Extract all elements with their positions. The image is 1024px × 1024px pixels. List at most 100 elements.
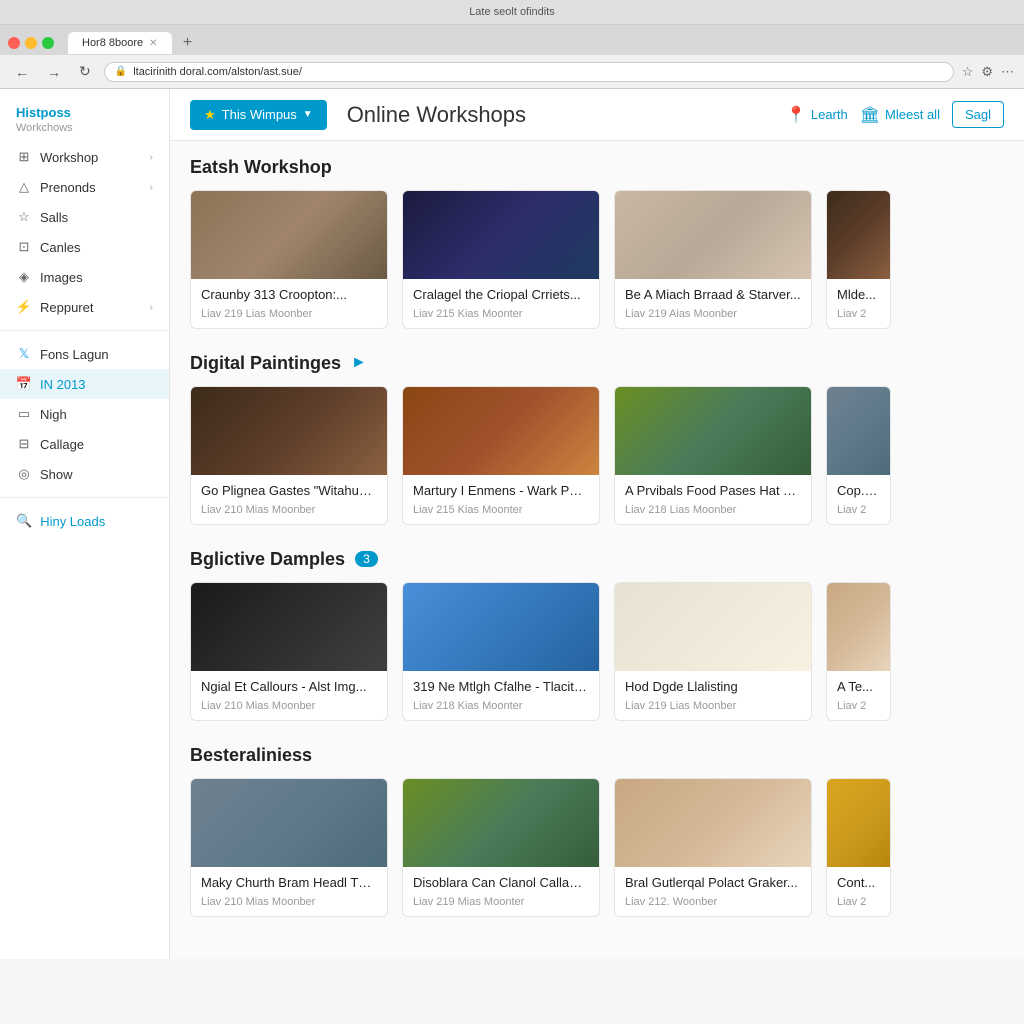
- card-15-meta: Liav 212. Woonber: [625, 896, 801, 908]
- card-4-meta: Liav 2: [837, 308, 880, 320]
- sidebar-label-callage: Callage: [40, 437, 153, 452]
- card-10[interactable]: 319 Ne Mtlgh Cfalhe - Tlacite... Liav 21…: [402, 582, 600, 721]
- bookmark-icon[interactable]: ☆: [962, 64, 974, 80]
- card-12-img-placeholder: [827, 583, 890, 671]
- refresh-button[interactable]: ↻: [74, 61, 96, 82]
- tab-bar: Hor8 8boore ✕ +: [0, 25, 1024, 55]
- sidebar-item-fons[interactable]: 𝕏 Fons Lagun: [0, 339, 169, 369]
- folder-icon: ⊟: [16, 436, 32, 452]
- sidebar-item-salls[interactable]: ☆ Salls: [0, 202, 169, 232]
- card-5-image: [191, 387, 387, 475]
- card-4[interactable]: Mlde... Liav 2: [826, 190, 891, 329]
- card-10-body: 319 Ne Mtlgh Cfalhe - Tlacite... Liav 21…: [403, 671, 599, 720]
- url-bar[interactable]: 🔒 ltacirinith doral.com/alston/ast.sue/: [104, 62, 954, 82]
- square-icon: ⊡: [16, 239, 32, 255]
- sidebar-item-callage[interactable]: ⊟ Callage: [0, 429, 169, 459]
- card-6[interactable]: Martury I Enmens - Wark Puljle... Woing …: [402, 386, 600, 525]
- card-9[interactable]: Ngial Et Callours - Alst Img... Liav 210…: [190, 582, 388, 721]
- card-15-body: Bral Gutlerqal Polact Graker... Liav 212…: [615, 867, 811, 916]
- card-7-image: [615, 387, 811, 475]
- sidebar-section-title: Histposs: [0, 101, 169, 122]
- card-2[interactable]: Cralagel the Criopal Crriets... Liav 215…: [402, 190, 600, 329]
- section-arrow-icon[interactable]: ►: [351, 354, 367, 372]
- meet-action[interactable]: 🏛 Mleest all: [860, 105, 940, 125]
- card-1[interactable]: Craunby 313 Croopton:... Liav 219 Lias M…: [190, 190, 388, 329]
- card-4-img-placeholder: [827, 191, 890, 279]
- minimize-button[interactable]: [25, 37, 37, 49]
- card-15-title: Bral Gutlerqal Polact Graker...: [625, 875, 801, 892]
- card-16-body: Cont... Liav 2: [827, 867, 890, 916]
- card-2-meta: Liav 215 Kias Moonter: [413, 308, 589, 320]
- cards-grid-bglictive: Ngial Et Callours - Alst Img... Liav 210…: [190, 582, 1004, 721]
- card-7-title: A Prvibals Food Pases Hat Tarle: [625, 483, 801, 500]
- forward-button[interactable]: →: [42, 62, 66, 82]
- card-3-meta: Liav 219 Aias Moonber: [625, 308, 801, 320]
- card-13-body: Maky Churth Bram Headl Thiar Posinal Mig…: [191, 867, 387, 916]
- sidebar-label-reppuret: Reppuret: [40, 300, 142, 315]
- card-11-img-placeholder: [615, 583, 811, 671]
- section-digital: Digital Paintinges ► Go Plignea Gastes "…: [190, 353, 1004, 525]
- card-16-title: Cont...: [837, 875, 880, 892]
- card-12-image: [827, 583, 890, 671]
- page-title: Online Workshops: [347, 102, 786, 128]
- card-16[interactable]: Cont... Liav 2: [826, 778, 891, 917]
- sidebar-item-prenonds[interactable]: △ Prenonds ›: [0, 172, 169, 202]
- card-5[interactable]: Go Plignea Gastes "Witahug" Besspect Nee…: [190, 386, 388, 525]
- card-3[interactable]: Be A Miach Brraad & Starver... Liav 219 …: [614, 190, 812, 329]
- page-header: ★ This Wimpus ▼ Online Workshops 📍 Leart…: [170, 89, 1024, 141]
- card-9-body: Ngial Et Callours - Alst Img... Liav 210…: [191, 671, 387, 720]
- sidebar-item-images[interactable]: ◈ Images: [0, 262, 169, 292]
- new-tab-button[interactable]: +: [176, 31, 200, 55]
- night-icon: ▭: [16, 406, 32, 422]
- load-more-label: Hiny Loads: [40, 514, 105, 529]
- menu-icon[interactable]: ⋯: [1001, 64, 1014, 80]
- card-1-title: Craunby 313 Croopton:...: [201, 287, 377, 304]
- sidebar-item-canles[interactable]: ⊡ Canles: [0, 232, 169, 262]
- card-1-image: [191, 191, 387, 279]
- extension-icon[interactable]: ⚙: [981, 64, 993, 80]
- card-14-title: Disoblara Can Clanol Callage In Merrical…: [413, 875, 589, 892]
- browser-chrome: Late seolt ofindits Hor8 8boore ✕ + ← → …: [0, 0, 1024, 89]
- card-8[interactable]: Cop... Conf... Liav 2: [826, 386, 891, 525]
- card-14[interactable]: Disoblara Can Clanol Callage In Merrical…: [402, 778, 600, 917]
- card-7[interactable]: A Prvibals Food Pases Hat Tarle Liav 218…: [614, 386, 812, 525]
- card-8-image: [827, 387, 890, 475]
- cards-grid-eatsh: Craunby 313 Croopton:... Liav 219 Lias M…: [190, 190, 1004, 329]
- back-button[interactable]: ←: [10, 62, 34, 82]
- tab-label: Hor8 8boore: [82, 37, 143, 49]
- sag-button[interactable]: Sagl: [952, 101, 1004, 128]
- card-7-body: A Prvibals Food Pases Hat Tarle Liav 218…: [615, 475, 811, 524]
- sidebar-item-reppuret[interactable]: ⚡ Reppuret ›: [0, 292, 169, 322]
- card-12[interactable]: A Te... Liav 2: [826, 582, 891, 721]
- section-bglictive: Bglictive Damples 3 Ngial Et Callours - …: [190, 549, 1004, 721]
- learn-action[interactable]: 📍 Learth: [786, 105, 848, 125]
- card-11[interactable]: Hod Dgde Llalisting Liav 219 Lias Moonbe…: [614, 582, 812, 721]
- sidebar-divider-2: [0, 497, 169, 498]
- sidebar-item-nigh[interactable]: ▭ Nigh: [0, 399, 169, 429]
- browser-tab[interactable]: Hor8 8boore ✕: [68, 32, 172, 54]
- maximize-button[interactable]: [42, 37, 54, 49]
- url-text: ltacirinith doral.com/alston/ast.sue/: [133, 66, 943, 78]
- sidebar-label-nigh: Nigh: [40, 407, 153, 422]
- card-15[interactable]: Bral Gutlerqal Polact Graker... Liav 212…: [614, 778, 812, 917]
- card-10-image: [403, 583, 599, 671]
- card-13[interactable]: Maky Churth Bram Headl Thiar Posinal Mig…: [190, 778, 388, 917]
- tab-close-icon[interactable]: ✕: [149, 38, 157, 49]
- wimpus-button[interactable]: ★ This Wimpus ▼: [190, 100, 327, 130]
- search-icon: 🔍: [16, 513, 32, 529]
- close-button[interactable]: [8, 37, 20, 49]
- sidebar-item-show[interactable]: ◎ Show: [0, 459, 169, 489]
- section-header-eatsh: Eatsh Workshop: [190, 157, 1004, 178]
- show-icon: ◎: [16, 466, 32, 482]
- sidebar-item-in2013[interactable]: 📅 IN 2013: [0, 369, 169, 399]
- card-6-body: Martury I Enmens - Wark Puljle... Woing …: [403, 475, 599, 524]
- section-eatsh: Eatsh Workshop Craunby 313 Croopton:... …: [190, 157, 1004, 329]
- sidebar-label-show: Show: [40, 467, 153, 482]
- nav-bar: ← → ↻ 🔒 ltacirinith doral.com/alston/ast…: [0, 55, 1024, 89]
- header-actions: 📍 Learth 🏛 Mleest all Sagl: [786, 101, 1004, 128]
- security-lock-icon: 🔒: [115, 66, 127, 77]
- card-8-body: Cop... Conf... Liav 2: [827, 475, 890, 524]
- load-more-button[interactable]: 🔍 Hiny Loads: [0, 506, 169, 536]
- sidebar-item-workshop[interactable]: ⊞ Workshop ›: [0, 142, 169, 172]
- sidebar-label-prenonds: Prenonds: [40, 180, 142, 195]
